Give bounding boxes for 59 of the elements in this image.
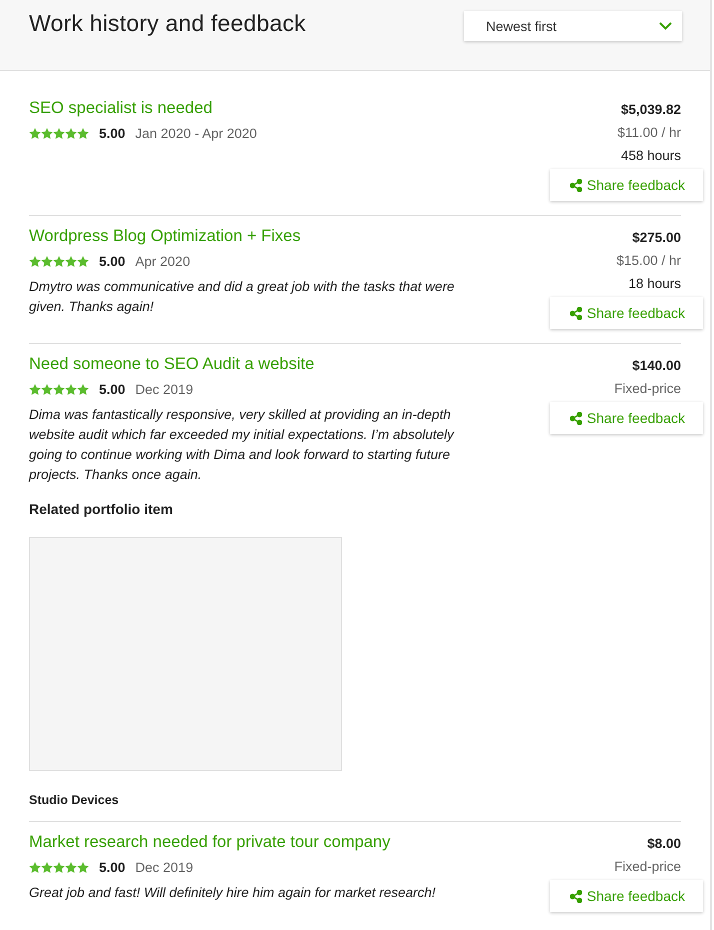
rating-score: 5.00 bbox=[99, 860, 126, 875]
star-icon bbox=[65, 862, 77, 873]
star-icon bbox=[29, 384, 41, 395]
share-feedback-button[interactable]: Share feedback bbox=[550, 169, 703, 201]
job-title-link[interactable]: SEO specialist is needed bbox=[29, 99, 212, 118]
job-amount: $140.00 bbox=[632, 357, 681, 375]
job-title-link[interactable]: Wordpress Blog Optimization + Fixes bbox=[29, 227, 301, 246]
star-icon bbox=[65, 128, 77, 139]
feedback-comment: Dmytro was communicative and did a great job with the tasks that were given. Thanks again! bbox=[29, 278, 456, 316]
rating-score: 5.00 bbox=[99, 126, 126, 141]
star-icon bbox=[41, 862, 53, 873]
job-rate: $11.00 / hr bbox=[617, 124, 681, 142]
job-dates: Jan 2020 - Apr 2020 bbox=[135, 126, 257, 141]
share-icon bbox=[570, 178, 582, 192]
share-icon bbox=[570, 412, 582, 424]
star-icon bbox=[65, 256, 77, 267]
job-dates: Apr 2020 bbox=[135, 254, 190, 269]
share-feedback-button[interactable]: Share feedback bbox=[550, 297, 703, 329]
job-rate: Fixed-price bbox=[614, 858, 681, 876]
rating-score: 5.00 bbox=[99, 382, 126, 397]
star-icon bbox=[41, 256, 53, 267]
portfolio-thumbnail[interactable] bbox=[29, 537, 342, 771]
section-title: Work history and feedback bbox=[29, 10, 306, 37]
share-icon bbox=[570, 890, 582, 902]
rating-score: 5.00 bbox=[99, 254, 126, 269]
job-title-link[interactable]: Need someone to SEO Audit a website bbox=[29, 355, 314, 374]
job-hours: 18 hours bbox=[628, 275, 681, 293]
chevron-down-icon bbox=[659, 22, 672, 30]
job-amount: $8.00 bbox=[647, 835, 681, 853]
share-feedback-button[interactable]: Share feedback bbox=[550, 402, 703, 434]
job-hours: 458 hours bbox=[620, 147, 681, 165]
job-rate: Fixed-price bbox=[614, 380, 681, 398]
star-icon bbox=[65, 384, 77, 395]
portfolio-title: Studio Devices bbox=[29, 793, 120, 807]
star-icon bbox=[77, 862, 89, 873]
star-icon bbox=[77, 384, 89, 395]
share-feedback-button[interactable]: Share feedback bbox=[550, 880, 703, 912]
job-title-link[interactable]: Market research needed for private tour company bbox=[29, 833, 390, 852]
portfolio-heading: Related portfolio item bbox=[29, 501, 174, 517]
sort-dropdown[interactable]: Newest first bbox=[464, 11, 682, 41]
star-icon bbox=[53, 862, 65, 873]
feedback-comment: Dima was fantastically responsive, very skilled at providing an in-depth website audit which far exceeded my initial expectations. I’m absolutely going to continue working with Dima and look forward to starting future projects. Thanks once again. bbox=[29, 406, 456, 484]
job-dates: Dec 2019 bbox=[135, 382, 194, 397]
star-icon bbox=[41, 128, 53, 139]
star-icon bbox=[53, 256, 65, 267]
job-rate: $15.00 / hr bbox=[616, 252, 681, 270]
star-icon bbox=[29, 862, 41, 873]
feedback-comment: Great job and fast! Will definitely hire him again for market research! bbox=[29, 884, 437, 902]
star-icon bbox=[41, 384, 53, 395]
job-dates: Dec 2019 bbox=[135, 860, 194, 875]
star-icon bbox=[53, 128, 65, 139]
star-icon bbox=[29, 256, 41, 267]
star-icon bbox=[29, 128, 41, 139]
job-amount: $275.00 bbox=[632, 229, 681, 247]
share-icon bbox=[570, 306, 582, 320]
star-icon bbox=[53, 384, 65, 395]
star-icon bbox=[77, 256, 89, 267]
job-amount: $5,039.82 bbox=[620, 101, 681, 119]
star-icon bbox=[77, 128, 89, 139]
